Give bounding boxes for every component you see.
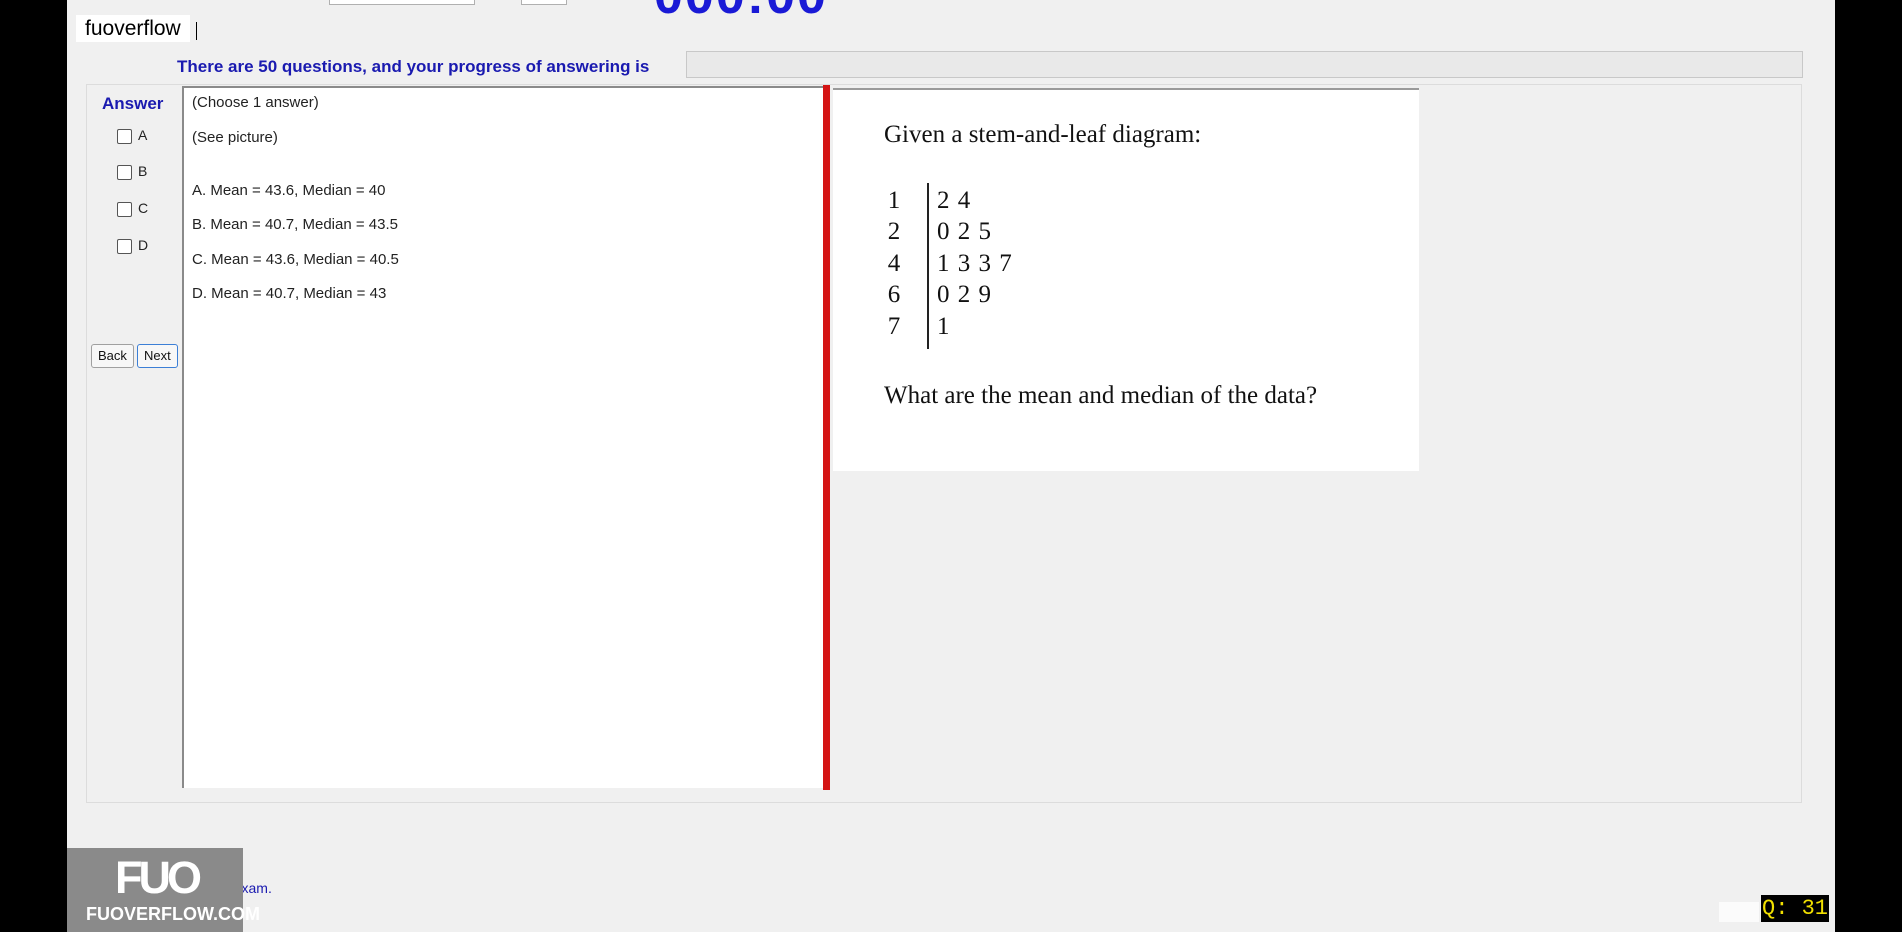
checkbox-icon xyxy=(117,201,132,217)
stem-value: 4 xyxy=(887,250,901,277)
checkbox-icon xyxy=(117,164,132,180)
leaf-values: 1 xyxy=(937,313,951,340)
progress-bar xyxy=(686,51,1803,78)
stem-value: 2 xyxy=(887,218,901,245)
stem-value: 7 xyxy=(887,313,901,340)
brand-label: fuoverflow xyxy=(76,15,190,42)
option-b-checkbox[interactable]: B xyxy=(117,163,147,181)
leaf-values: 1 3 3 7 xyxy=(937,250,1013,277)
checkbox-icon xyxy=(117,238,132,254)
option-d-checkbox[interactable]: D xyxy=(117,237,148,255)
question-picture: Given a stem-and-leaf diagram: 1 2 4 2 0… xyxy=(833,88,1419,471)
question-counter: Q: 31 xyxy=(1761,895,1830,922)
option-a-checkbox[interactable]: A xyxy=(117,127,147,145)
picture-intro: Given a stem-and-leaf diagram: xyxy=(884,121,1202,148)
leaf-values: 0 2 5 xyxy=(937,218,992,245)
text-caret xyxy=(196,22,197,40)
stem-leaf-divider xyxy=(927,183,929,349)
next-button[interactable]: Next xyxy=(137,344,178,368)
question-instruction: (Choose 1 answer) xyxy=(192,94,319,111)
choice-b: B. Mean = 40.7, Median = 43.5 xyxy=(192,216,398,233)
stem-value: 6 xyxy=(887,281,901,308)
progress-label: There are 50 questions, and your progres… xyxy=(177,57,650,76)
question-panel[interactable]: (Choose 1 answer) (See picture) A. Mean … xyxy=(182,86,823,788)
watermark-text: FUOVERFLOW.COM xyxy=(86,904,260,924)
choice-c: C. Mean = 43.6, Median = 40.5 xyxy=(192,251,399,268)
back-button[interactable]: Back xyxy=(91,344,134,368)
panel-splitter[interactable] xyxy=(823,85,830,790)
picture-question: What are the mean and median of the data… xyxy=(884,382,1318,409)
leaf-values: 0 2 9 xyxy=(937,281,992,308)
option-c-checkbox[interactable]: C xyxy=(117,200,148,218)
fuo-logo-icon: FUO xyxy=(115,852,202,903)
question-number-field xyxy=(1719,902,1759,922)
choice-a: A. Mean = 43.6, Median = 40 xyxy=(192,182,386,199)
stem-value: 1 xyxy=(887,187,901,214)
answer-label: Answer xyxy=(102,94,164,113)
choice-d: D. Mean = 40.7, Median = 43 xyxy=(192,285,387,302)
top-dropdown[interactable] xyxy=(329,0,475,5)
question-note: (See picture) xyxy=(192,129,278,146)
watermark-logo: FUO FUOVERFLOW.COM xyxy=(67,848,260,932)
top-control[interactable] xyxy=(521,0,567,5)
timer: 000:00 xyxy=(654,0,828,22)
exam-window: 000:00 fuoverflow There are 50 questions… xyxy=(67,0,1835,932)
leaf-values: 2 4 xyxy=(937,187,972,214)
checkbox-icon xyxy=(117,128,132,144)
